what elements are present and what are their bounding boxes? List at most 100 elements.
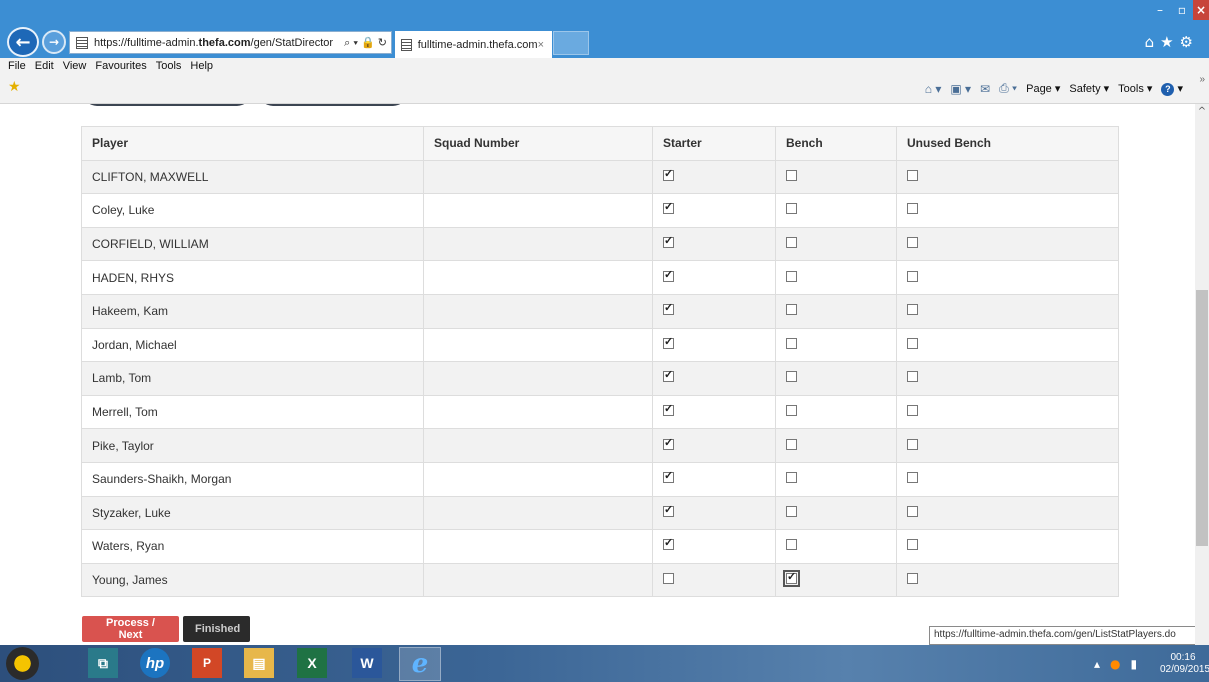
page-menu[interactable]: Page ▾	[1026, 82, 1060, 95]
unused-bench-checkbox[interactable]	[907, 237, 918, 249]
unused-bench-checkbox[interactable]	[907, 169, 918, 181]
squad-number-cell[interactable]	[423, 226, 653, 262]
unused-bench-checkbox[interactable]	[907, 438, 918, 450]
starter-checkbox[interactable]	[663, 200, 674, 215]
feeds-icon[interactable]: ▣ ▾	[950, 82, 971, 96]
home-dropdown-icon[interactable]: ⌂ ▾	[925, 82, 942, 96]
tray-expand-icon[interactable]: ▴	[1094, 657, 1100, 671]
bench-checkbox[interactable]	[786, 472, 797, 484]
squad-number-cell[interactable]	[423, 361, 653, 396]
squad-number-cell[interactable]	[423, 495, 653, 531]
bench-checkbox[interactable]	[786, 405, 797, 417]
print-icon[interactable]: ⎙ ▾	[999, 81, 1017, 96]
squad-number-cell[interactable]	[423, 293, 653, 329]
unused-bench-checkbox[interactable]	[907, 203, 918, 215]
bench-checkbox[interactable]	[786, 539, 797, 551]
nav-pill-button[interactable]	[83, 104, 251, 106]
squad-number-cell[interactable]	[423, 529, 653, 564]
starter-checkbox[interactable]	[663, 368, 674, 383]
scrollbar-thumb[interactable]	[1196, 290, 1208, 546]
squad-number-cell[interactable]	[423, 327, 653, 363]
excel-icon[interactable]: X	[297, 648, 327, 678]
bench-checkbox[interactable]	[786, 203, 797, 215]
nav-pill-button[interactable]	[259, 104, 407, 106]
taskbar-clock[interactable]: 00:16 02/09/2015	[1160, 652, 1209, 676]
back-button[interactable]: ←	[7, 27, 39, 57]
media-player-icon[interactable]	[6, 647, 39, 680]
starter-checkbox[interactable]	[663, 402, 674, 417]
unused-bench-checkbox[interactable]	[907, 472, 918, 484]
bench-checkbox[interactable]	[786, 505, 797, 517]
powerpoint-icon[interactable]: P	[192, 648, 222, 678]
address-url[interactable]: https://fulltime-admin.thefa.com/gen/Sta…	[94, 37, 344, 49]
menu-favourites[interactable]: Favourites	[95, 60, 146, 72]
network-icon[interactable]: ▮	[1131, 657, 1138, 671]
file-explorer-icon[interactable]: ▤	[244, 648, 274, 678]
new-tab-button[interactable]	[553, 31, 589, 55]
hp-icon[interactable]: hp	[140, 648, 170, 678]
mail-icon[interactable]: ✉	[980, 82, 990, 96]
tab-close-icon[interactable]: ×	[538, 39, 552, 51]
maximize-button[interactable]: ▫	[1171, 0, 1193, 20]
tools-menu[interactable]: Tools ▾	[1118, 82, 1152, 95]
starter-checkbox[interactable]	[663, 234, 674, 249]
bench-checkbox[interactable]	[786, 304, 797, 316]
starter-checkbox[interactable]	[663, 301, 674, 316]
starter-checkbox[interactable]	[663, 436, 674, 450]
squad-number-cell[interactable]	[423, 193, 653, 228]
star-icon[interactable]: ★	[1160, 33, 1179, 51]
page-scrollbar[interactable]: ^	[1195, 104, 1209, 645]
squad-number-cell[interactable]	[423, 394, 653, 430]
help-menu[interactable]: ? ▾	[1161, 82, 1183, 96]
gear-icon[interactable]: ⚙	[1180, 33, 1199, 51]
squad-number-cell[interactable]	[423, 260, 653, 295]
add-favorite-icon[interactable]: ★	[8, 78, 21, 95]
unused-bench-checkbox[interactable]	[907, 270, 918, 282]
forward-button[interactable]: →	[42, 30, 66, 54]
bench-checkbox[interactable]	[786, 237, 797, 249]
bench-checkbox[interactable]	[786, 371, 797, 383]
starter-checkbox[interactable]	[663, 167, 674, 181]
squad-number-cell[interactable]	[423, 159, 653, 195]
unused-bench-checkbox[interactable]	[907, 304, 918, 316]
scroll-up-icon[interactable]: ^	[1195, 106, 1209, 120]
starter-checkbox[interactable]	[663, 573, 674, 585]
starter-checkbox[interactable]	[663, 335, 674, 349]
menu-edit[interactable]: Edit	[35, 60, 54, 72]
unused-bench-checkbox[interactable]	[907, 573, 918, 585]
finished-button[interactable]: Finished	[183, 616, 250, 642]
starter-checkbox[interactable]	[663, 536, 674, 551]
squad-number-cell[interactable]	[423, 461, 653, 497]
process-next-button[interactable]: Process / Next	[82, 616, 179, 642]
address-bar-actions[interactable]: ⌕ ▾ 🔒 ↻	[344, 36, 391, 50]
starter-checkbox[interactable]	[663, 268, 674, 282]
bench-checkbox[interactable]	[786, 169, 797, 181]
unused-bench-checkbox[interactable]	[907, 505, 918, 517]
tab-fulltime-admin[interactable]: fulltime-admin.thefa.com ×	[395, 31, 552, 58]
unused-bench-checkbox[interactable]	[907, 405, 918, 417]
bench-checkbox[interactable]	[786, 270, 797, 282]
menu-file[interactable]: File	[8, 60, 26, 72]
starter-checkbox[interactable]	[663, 469, 674, 484]
remote-desktop-icon[interactable]: ⧉	[88, 648, 118, 678]
minimize-button[interactable]: –	[1149, 0, 1171, 20]
unused-bench-checkbox[interactable]	[907, 337, 918, 349]
close-window-button[interactable]: ×	[1193, 0, 1209, 20]
internet-explorer-icon[interactable]: e	[399, 647, 441, 681]
starter-checkbox[interactable]	[663, 503, 674, 517]
menu-help[interactable]: Help	[190, 60, 213, 72]
bench-checkbox[interactable]	[786, 438, 797, 450]
unused-bench-checkbox[interactable]	[907, 371, 918, 383]
bench-checkbox[interactable]	[783, 570, 800, 588]
antivirus-icon[interactable]: ●	[1110, 657, 1120, 671]
safety-menu[interactable]: Safety ▾	[1069, 82, 1109, 95]
menu-tools[interactable]: Tools	[156, 60, 182, 72]
more-commands-icon[interactable]: »	[1199, 74, 1205, 85]
bench-checkbox[interactable]	[786, 337, 797, 349]
menu-view[interactable]: View	[63, 60, 87, 72]
squad-number-cell[interactable]	[423, 428, 653, 463]
address-bar[interactable]: https://fulltime-admin.thefa.com/gen/Sta…	[69, 31, 392, 54]
word-icon[interactable]: W	[352, 648, 382, 678]
unused-bench-checkbox[interactable]	[907, 539, 918, 551]
squad-number-cell[interactable]	[423, 562, 653, 598]
